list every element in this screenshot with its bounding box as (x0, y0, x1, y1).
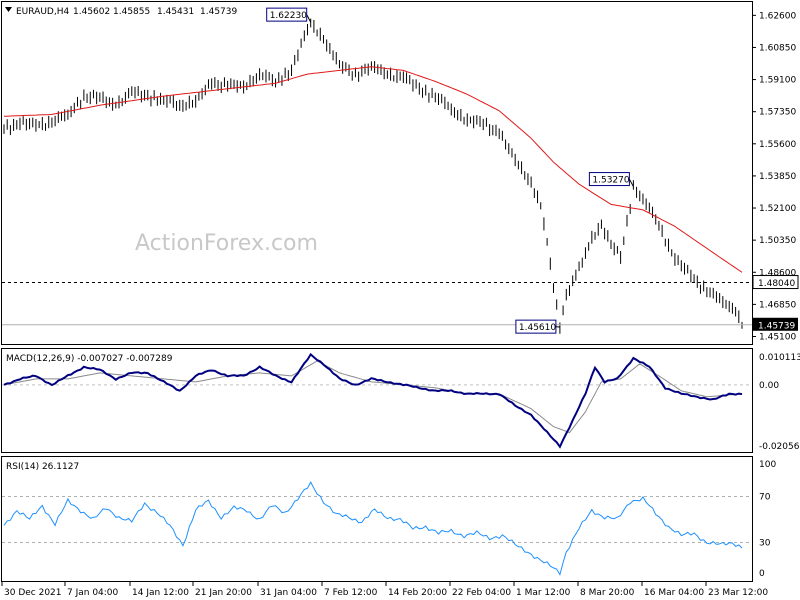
rsi-panel-frame (1, 456, 753, 582)
annotation-leader (555, 326, 560, 328)
rsi-line (3, 481, 743, 576)
time-axis-label: 16 Mar 04:00 (644, 588, 704, 598)
rsi-chart: 100 70 30 0 (2, 460, 776, 579)
close-value: 1.45739 (200, 7, 237, 17)
annotation-leader (628, 178, 634, 187)
support-level-label: 1.48040 (758, 279, 795, 289)
time-axis-label: 14 Feb 20:00 (388, 588, 447, 598)
time-axis-label: 14 Jan 12:00 (132, 588, 189, 598)
price-panel-frame (1, 1, 753, 345)
macd-title: MACD(12,26,9) -0.007027 -0.007289 (6, 354, 173, 364)
open-value: 1.45602 (73, 7, 110, 17)
time-axis-label: 1 Mar 12:00 (516, 588, 571, 598)
price-bars (3, 18, 743, 334)
chart-window: ActionForex.com EURAUD,H4 1.45602 1.4585… (0, 0, 800, 600)
time-axis: 30 Dec 2021 7 Jan 04:00 14 Jan 12:00 21 Jan… (1, 582, 768, 598)
current-price-label: 1.45739 (758, 321, 795, 331)
chart-canvas: ActionForex.com EURAUD,H4 1.45602 1.4585… (1, 1, 800, 598)
time-axis-label: 7 Feb 12:00 (324, 588, 378, 598)
time-axis-label: 22 Feb 04:00 (452, 588, 511, 598)
price-axis-label: 1.52100 (759, 204, 796, 214)
dropdown-triangle-icon[interactable] (5, 7, 12, 12)
rsi-axis-label: 30 (759, 539, 771, 549)
signal-line (3, 360, 743, 434)
symbol-label: EURAUD,H4 (16, 7, 69, 17)
low-value: 1.45431 (157, 7, 194, 17)
macd-axis-label: 0.010113 (759, 353, 800, 363)
price-axis-label: 1.57350 (759, 108, 796, 118)
annotation-label: 1.53270 (592, 176, 629, 186)
annotation-label: 1.45610 (519, 323, 556, 333)
time-axis-label: 21 Jan 20:00 (195, 588, 252, 598)
rsi-title: RSI(14) 26.1127 (6, 462, 79, 472)
macd-axis-label: 0.00 (759, 381, 779, 391)
annotation-label: 1.62230 (270, 11, 307, 21)
macd-chart: 0.010113 0.00 -0.020561 (2, 352, 800, 452)
macd-line (3, 352, 743, 449)
time-axis-label: 31 Jan 04:00 (260, 588, 317, 598)
annotation-leader (306, 14, 312, 23)
price-axis-label: 1.53850 (759, 172, 796, 182)
price-axis-label: 1.50350 (759, 236, 796, 246)
price-axis-label: 1.46850 (759, 300, 796, 310)
rsi-axis-label: 100 (759, 460, 776, 470)
price-chart: 1.62600 1.60850 1.59100 1.57350 1.55600 1.538… (2, 7, 799, 342)
price-axis-label: 1.45100 (759, 332, 796, 342)
time-axis-label: 30 Dec 2021 (4, 588, 62, 598)
time-axis-label: 23 Mar 12:00 (708, 588, 768, 598)
high-value: 1.45855 (113, 7, 150, 17)
price-axis-label: 1.60850 (759, 43, 796, 53)
price-axis-label: 1.62600 (759, 11, 796, 21)
time-axis-label: 7 Jan 04:00 (67, 588, 119, 598)
price-axis-label: 1.55600 (759, 140, 796, 150)
rsi-axis-label: 70 (759, 493, 771, 503)
time-axis-label: 8 Mar 20:00 (580, 588, 635, 598)
watermark: ActionForex.com (135, 231, 318, 256)
price-axis-label: 1.59100 (759, 76, 796, 86)
sma-line (3, 66, 743, 273)
rsi-axis-label: 0 (759, 569, 765, 579)
macd-axis-label: -0.020561 (759, 442, 800, 452)
